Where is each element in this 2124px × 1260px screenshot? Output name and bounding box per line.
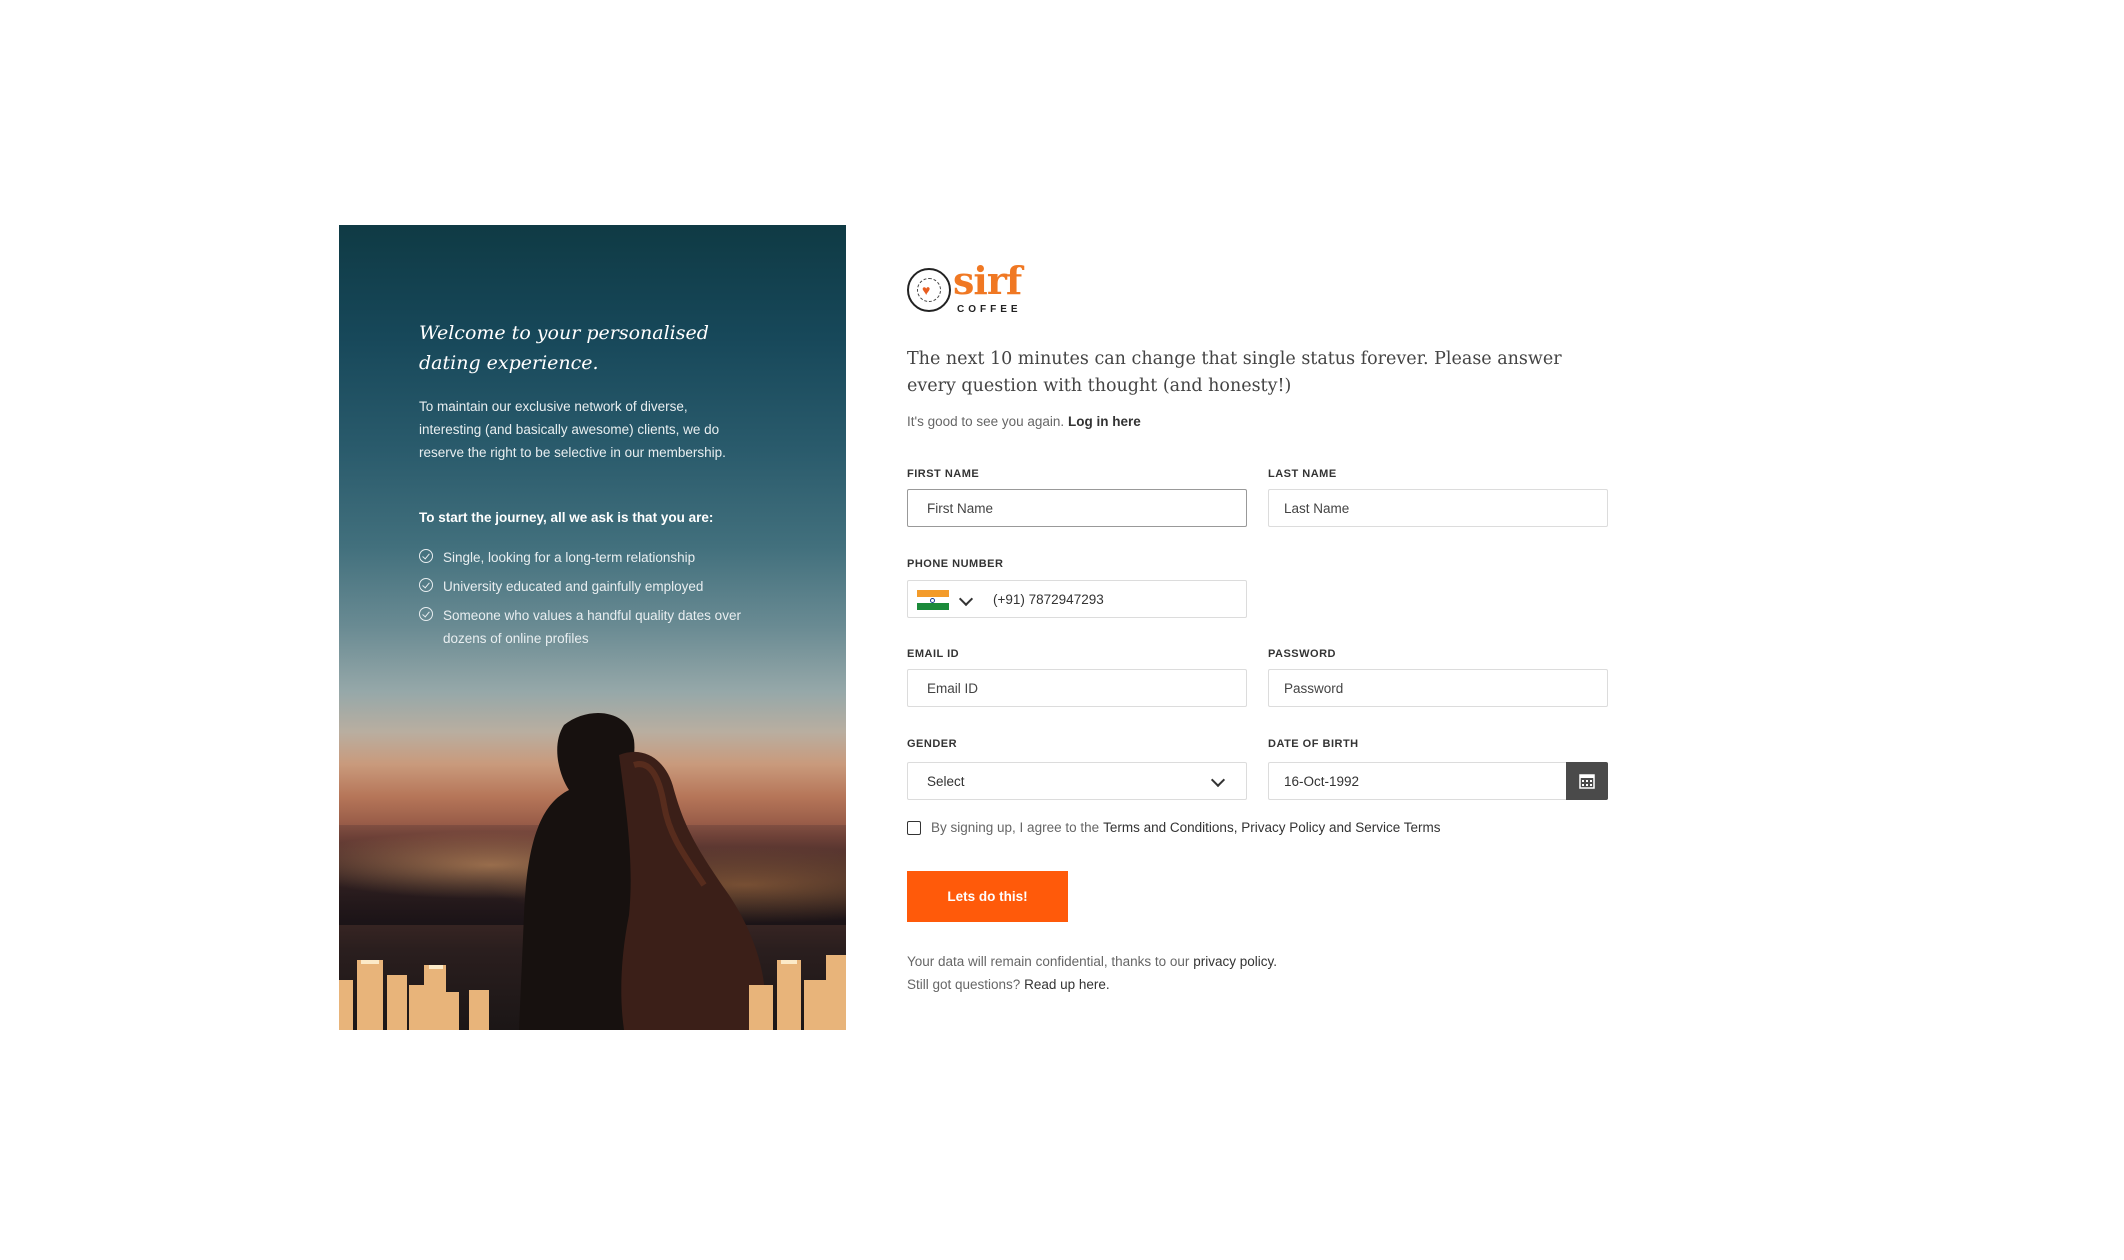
password-label: PASSWORD xyxy=(1268,648,1336,660)
heart-icon: ♥ xyxy=(922,282,931,298)
dob-field[interactable]: 16-Oct-1992 xyxy=(1268,762,1608,800)
email-label: EMAIL ID xyxy=(907,648,960,660)
email-input[interactable] xyxy=(907,669,1247,707)
list-item-label: University educated and gainfully employ… xyxy=(443,579,704,594)
calendar-icon xyxy=(1579,774,1595,789)
dob-value[interactable]: 16-Oct-1992 xyxy=(1284,774,1359,789)
gender-label: GENDER xyxy=(907,738,958,750)
calendar-button[interactable] xyxy=(1566,762,1608,800)
footer-line1: Your data will remain confidential, than… xyxy=(907,954,1190,969)
check-circle-icon xyxy=(419,578,433,592)
list-item-label: Someone who values a handful quality dat… xyxy=(443,608,741,646)
phone-field[interactable]: (+91) 7872947293 xyxy=(907,580,1247,618)
first-name-label: FIRST NAME xyxy=(907,468,980,480)
brand-subtitle: COFFEE xyxy=(957,304,1022,315)
list-item-label: Single, looking for a long-term relation… xyxy=(443,550,696,565)
phone-value[interactable]: (+91) 7872947293 xyxy=(993,592,1104,607)
brand-logo[interactable]: ♥ sirf COFFEE xyxy=(907,258,1037,320)
last-name-label: LAST NAME xyxy=(1268,468,1337,480)
brand-name: sirf xyxy=(953,258,1022,303)
terms-checkbox[interactable] xyxy=(907,820,921,835)
last-name-input[interactable] xyxy=(1268,489,1608,527)
agree-text: By signing up, I agree to the xyxy=(931,820,1100,835)
check-circle-icon xyxy=(419,549,433,563)
list-item: University educated and gainfully employ… xyxy=(419,575,759,598)
hero-description: To maintain our exclusive network of div… xyxy=(419,399,726,460)
login-link[interactable]: Log in here xyxy=(1068,414,1141,429)
india-flag-icon[interactable] xyxy=(917,590,949,610)
privacy-policy-link[interactable]: privacy policy. xyxy=(1193,954,1277,969)
tagline: The next 10 minutes can change that sing… xyxy=(907,349,1562,396)
footer-note: Your data will remain confidential, than… xyxy=(907,950,1277,996)
read-up-link[interactable]: Read up here. xyxy=(1024,977,1110,992)
submit-button[interactable]: Lets do this! xyxy=(907,871,1068,922)
login-line: It's good to see you again. Log in here xyxy=(907,414,1141,429)
requirements-list: Single, looking for a long-term relation… xyxy=(419,546,759,656)
footer-line2: Still got questions? xyxy=(907,977,1021,992)
list-item: Single, looking for a long-term relation… xyxy=(419,546,759,569)
hero-title: Welcome to your personalised dating expe… xyxy=(419,322,709,374)
login-prompt: It's good to see you again. xyxy=(907,414,1065,429)
hero-panel: Welcome to your personalised dating expe… xyxy=(339,225,846,1030)
terms-agreement: By signing up, I agree to the Terms and … xyxy=(907,820,1441,835)
check-circle-icon xyxy=(419,607,433,621)
dob-label: DATE OF BIRTH xyxy=(1268,738,1359,750)
password-input[interactable] xyxy=(1268,669,1608,707)
chevron-down-icon[interactable] xyxy=(958,591,974,607)
hero-ask: To start the journey, all we ask is that… xyxy=(419,510,714,525)
candles-image xyxy=(339,955,846,1030)
gender-select[interactable]: Select xyxy=(907,762,1247,800)
list-item: Someone who values a handful quality dat… xyxy=(419,604,759,650)
first-name-input[interactable] xyxy=(907,489,1247,527)
terms-link[interactable]: Terms and Conditions, Privacy Policy and… xyxy=(1103,820,1440,835)
chevron-down-icon xyxy=(1210,772,1226,788)
phone-label: PHONE NUMBER xyxy=(907,558,1004,570)
gender-value: Select xyxy=(927,774,965,789)
